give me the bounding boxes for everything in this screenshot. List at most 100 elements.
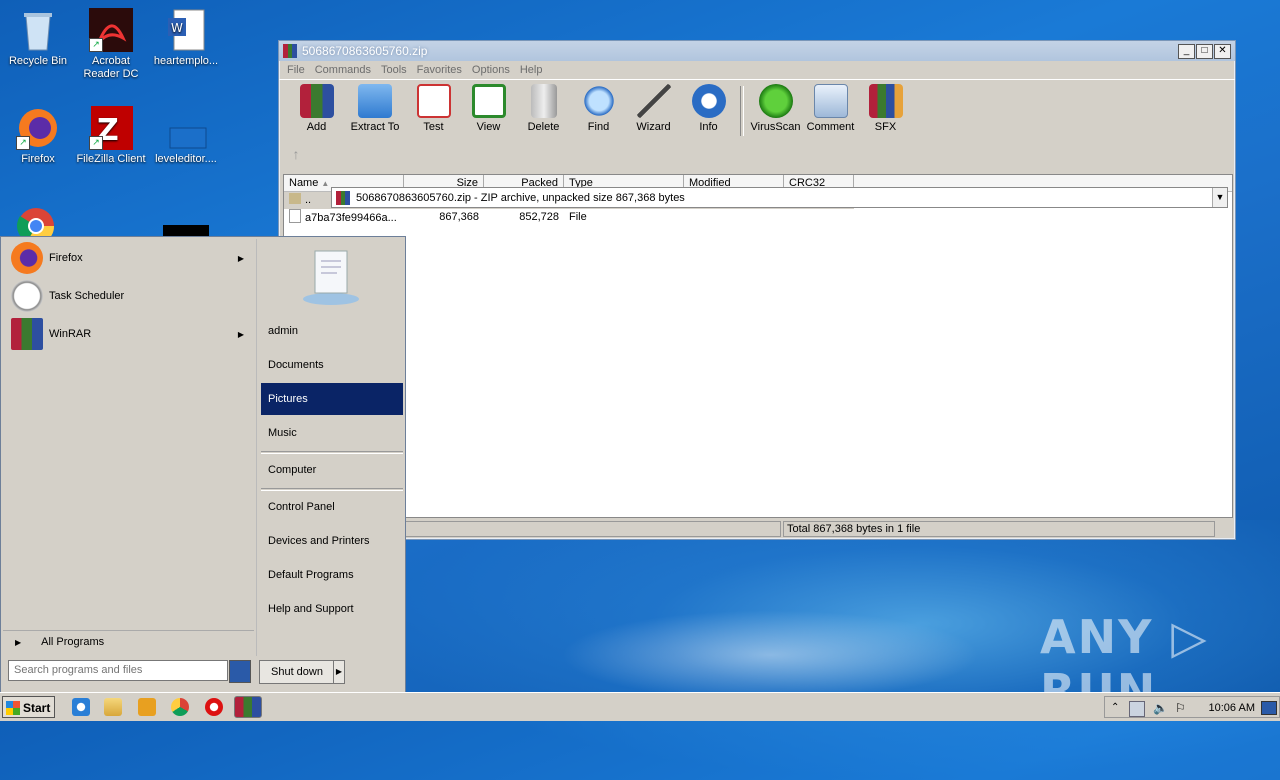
column-label: Name — [289, 177, 319, 189]
program-task-scheduler[interactable]: Task Scheduler — [3, 277, 254, 315]
start-menu: Firefox ▶ Task Scheduler WinRAR ▶ ▶ All … — [0, 236, 406, 693]
comment-button[interactable]: Comment — [803, 80, 858, 133]
file-list[interactable]: Name ▲ Size Packed Type Modified CRC32 .… — [283, 174, 1233, 518]
program-label: Task Scheduler — [49, 290, 125, 302]
recycle-bin-icon — [16, 8, 60, 52]
desktop-icon-recycle-bin[interactable]: Recycle Bin — [0, 8, 76, 68]
place-default-programs[interactable]: Default Programs — [261, 559, 403, 591]
extract-to-button[interactable]: Extract To — [344, 80, 406, 133]
program-winrar[interactable]: WinRAR ▶ — [3, 315, 254, 353]
all-programs[interactable]: ▶ All Programs — [3, 630, 254, 653]
chevron-right-icon[interactable]: ▶ — [333, 660, 345, 684]
flag-icon[interactable]: ⚐ — [1175, 701, 1189, 715]
menu-options[interactable]: Options — [472, 64, 510, 76]
desktop-icon-label: heartemplo... — [153, 55, 219, 67]
comment-label: Comment — [806, 121, 855, 133]
menu-tools[interactable]: Tools — [381, 64, 407, 76]
checklist-icon — [416, 84, 451, 118]
place-music[interactable]: Music — [261, 417, 403, 449]
desktop-icon-firefox[interactable]: ↗ Firefox — [0, 106, 76, 166]
place-admin[interactable]: admin — [261, 315, 403, 347]
sort-arrow-icon: ▲ — [321, 179, 330, 188]
chevron-down-icon[interactable]: ▼ — [1212, 188, 1227, 207]
winrar-icon — [11, 318, 43, 350]
cell-modified — [684, 209, 784, 226]
network-icon[interactable] — [1129, 701, 1145, 717]
desktop-icon-word-doc[interactable]: W heartemplo... — [148, 8, 224, 68]
table-row[interactable]: a7ba73fe99466a... 867,368 852,728 File — [284, 209, 1232, 226]
folder-icon — [289, 193, 301, 204]
find-button[interactable]: Find — [571, 80, 626, 133]
chrome-icon[interactable] — [171, 698, 189, 716]
close-button[interactable]: ✕ — [1214, 44, 1231, 59]
info-button[interactable]: Info — [681, 80, 736, 133]
desktop-icon-leveleditor[interactable]: leveleditor.... — [148, 106, 224, 166]
minimize-button[interactable]: _ — [1178, 44, 1195, 59]
trash-icon — [530, 84, 557, 118]
place-computer[interactable]: Computer — [261, 454, 403, 486]
cell-packed: 852,728 — [519, 211, 559, 223]
sfx-button[interactable]: SFX — [858, 80, 913, 133]
place-documents[interactable]: Documents — [261, 349, 403, 381]
internet-explorer-icon[interactable] — [72, 698, 90, 716]
search-input[interactable] — [8, 660, 228, 681]
menu-commands[interactable]: Commands — [315, 64, 371, 76]
address-bar[interactable]: 5068670863605760.zip - ZIP archive, unpa… — [331, 187, 1228, 208]
archive-icon — [336, 190, 350, 205]
start-button[interactable]: Start — [2, 696, 55, 718]
file-explorer-icon[interactable] — [104, 698, 122, 716]
wizard-button[interactable]: Wizard — [626, 80, 681, 133]
cell-name: a7ba73fe99466a... — [284, 209, 404, 226]
delete-label: Delete — [527, 121, 560, 133]
chevron-right-icon: ▶ — [15, 637, 22, 647]
clock[interactable]: 10:06 AM — [1209, 697, 1255, 719]
search-icon[interactable] — [229, 660, 251, 683]
show-desktop-button[interactable] — [1261, 701, 1277, 715]
svg-text:W: W — [171, 21, 183, 35]
chevron-up-icon[interactable]: ⌃ — [1111, 701, 1125, 715]
test-label: Test — [423, 121, 444, 133]
shutdown-button[interactable]: Shut down — [259, 660, 335, 684]
shortcut-arrow-icon: ↗ — [89, 38, 103, 52]
test-button[interactable]: Test — [406, 80, 461, 133]
desktop-icon-acrobat[interactable]: ↗ Acrobat Reader DC — [73, 8, 149, 81]
menu-help[interactable]: Help — [520, 64, 543, 76]
winrar-titlebar[interactable]: 5068670863605760.zip — [279, 41, 1235, 61]
delete-button[interactable]: Delete — [516, 80, 571, 133]
opera-icon[interactable] — [205, 698, 223, 716]
toolbar: Add Extract To Test View Delete Find Wiz… — [279, 79, 1235, 142]
place-devices-printers[interactable]: Devices and Printers — [261, 525, 403, 557]
winrar-taskbar-icon[interactable] — [234, 696, 262, 718]
menu-favorites[interactable]: Favorites — [417, 64, 462, 76]
bug-icon — [758, 84, 793, 118]
volume-icon[interactable]: 🔈 — [1153, 701, 1168, 715]
place-pictures[interactable]: Pictures — [261, 383, 403, 415]
desktop-icon-label: FileZilla Client — [76, 153, 146, 165]
up-arrow-icon[interactable]: ↑ — [285, 144, 307, 164]
clock-icon — [11, 280, 43, 312]
shortcut-arrow-icon: ↗ — [89, 136, 103, 150]
system-tray: ⌃ 🔈 ⚐ 10:06 AM — [1104, 696, 1280, 718]
desktop-icon-filezilla[interactable]: Z ↗ FileZilla Client — [73, 106, 149, 166]
shortcut-arrow-icon: ↗ — [16, 136, 30, 150]
status-total: Total 867,368 bytes in 1 file — [783, 521, 1215, 537]
cell-text: .. — [305, 194, 312, 206]
menu-file[interactable]: File — [287, 64, 305, 76]
all-programs-label: All Programs — [41, 636, 105, 648]
add-button[interactable]: Add — [289, 80, 344, 133]
windows-logo-icon — [6, 701, 20, 715]
place-control-panel[interactable]: Control Panel — [261, 491, 403, 523]
view-button[interactable]: View — [461, 80, 516, 133]
view-label: View — [476, 121, 501, 133]
maximize-button[interactable]: □ — [1196, 44, 1213, 59]
program-label: WinRAR — [49, 328, 92, 340]
menu-bar: File Commands Tools Favorites Options He… — [279, 61, 1235, 79]
virusscan-button[interactable]: VirusScan — [748, 80, 803, 133]
place-help-support[interactable]: Help and Support — [261, 593, 403, 625]
program-firefox[interactable]: Firefox ▶ — [3, 239, 254, 277]
filezilla-icon: Z ↗ — [89, 106, 133, 150]
program-label: Firefox — [49, 252, 83, 264]
find-label: Find — [587, 121, 610, 133]
media-player-icon[interactable] — [138, 698, 156, 716]
firefox-icon — [11, 242, 43, 274]
